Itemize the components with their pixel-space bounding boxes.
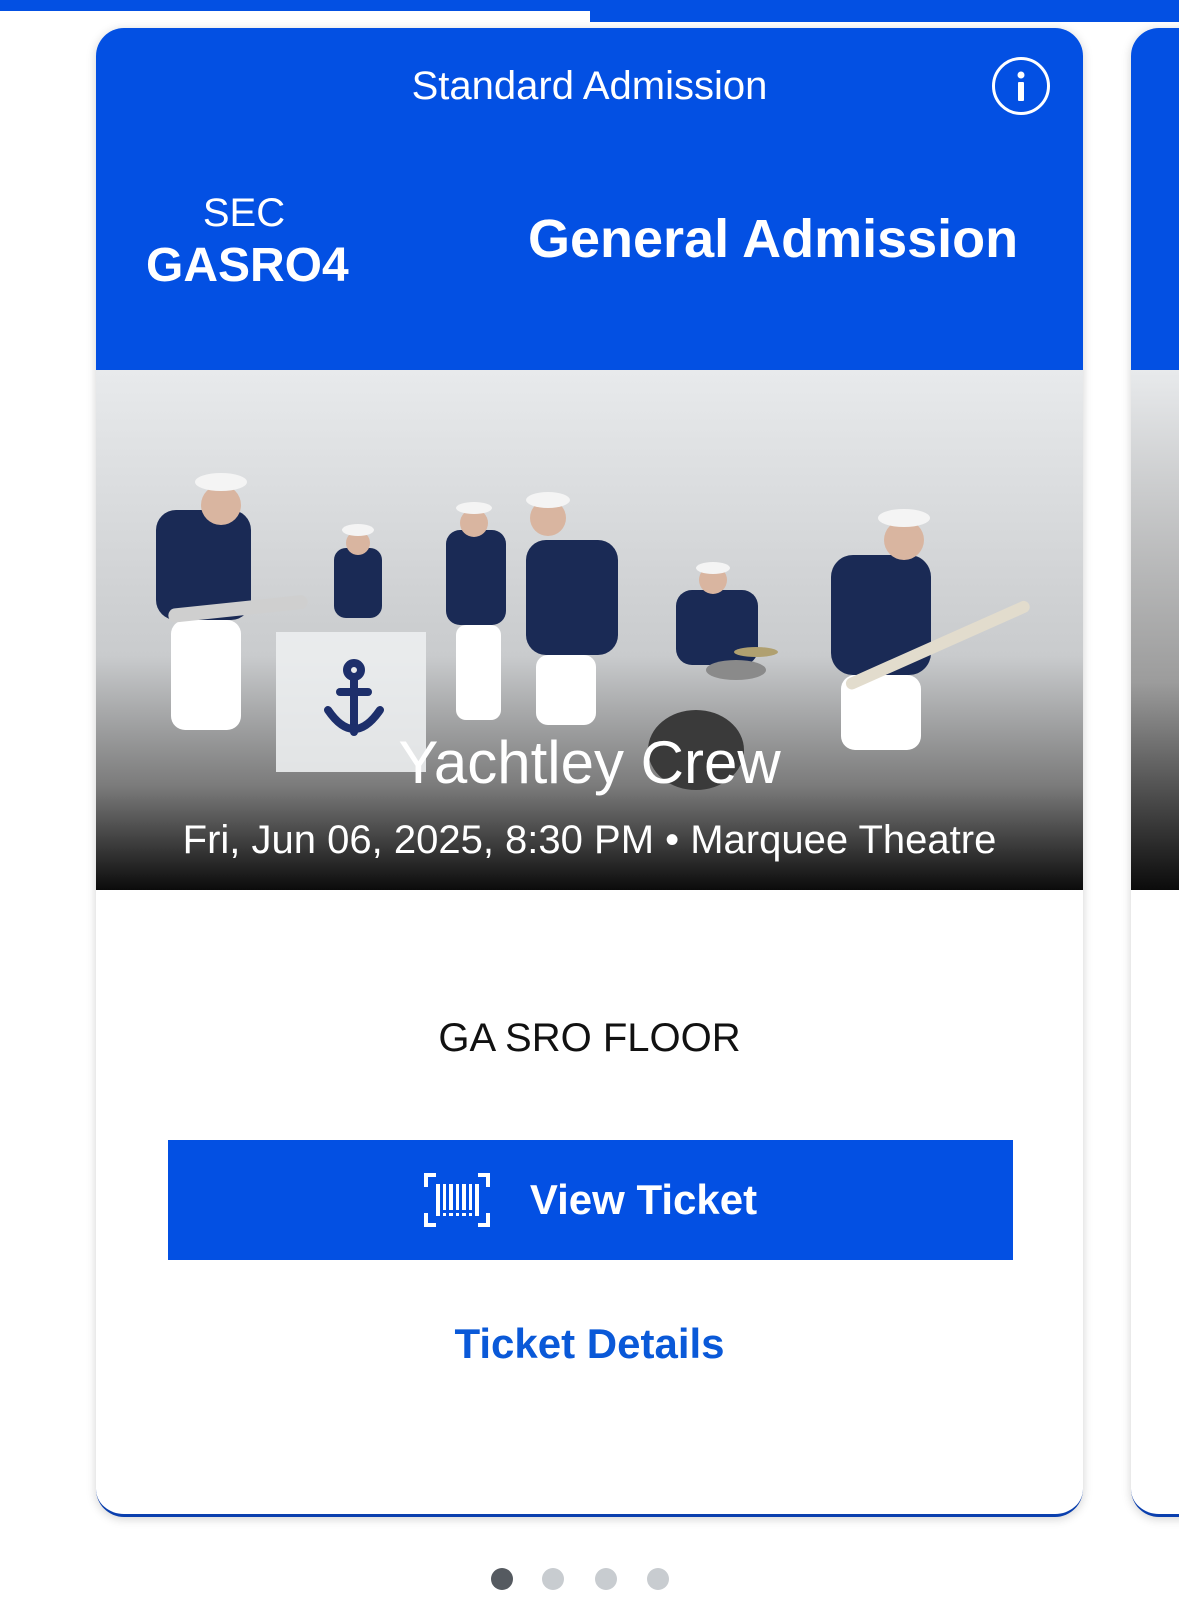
next-ticket-card-header <box>1131 28 1179 370</box>
section-code: GASRO4 <box>146 239 349 292</box>
band-photo-illustration <box>156 473 1030 790</box>
section-block: SEC GASRO4 <box>146 188 349 294</box>
page-progress-bar <box>0 0 1179 22</box>
ticket-card[interactable]: Standard Admission SEC GASRO4 General Ad… <box>96 28 1083 1517</box>
progress-fill-segment <box>0 0 590 11</box>
pager-dot[interactable] <box>595 1568 617 1590</box>
barcode-scan-icon <box>423 1173 490 1227</box>
ticket-area-label: GA SRO FLOOR <box>438 1016 741 1060</box>
info-icon <box>1017 71 1025 101</box>
section-label: SEC <box>202 191 286 235</box>
info-button[interactable] <box>992 57 1050 115</box>
event-title: Yachtley Crew <box>398 729 781 796</box>
ticket-card-header: Standard Admission SEC GASRO4 General Ad… <box>96 28 1083 370</box>
next-ticket-card-image <box>1131 370 1179 890</box>
event-date-venue: Fri, Jun 06, 2025, 8:30 PM • Marquee The… <box>182 818 997 862</box>
admission-type-label: Standard Admission <box>411 64 768 108</box>
card-pager <box>0 1568 1179 1592</box>
section-name: General Admission <box>528 209 1019 269</box>
next-ticket-card-peek[interactable] <box>1131 28 1179 1517</box>
pager-dot[interactable] <box>542 1568 564 1590</box>
view-ticket-button[interactable]: View Ticket <box>168 1140 1013 1260</box>
event-image: Yachtley Crew Fri, Jun 06, 2025, 8:30 PM… <box>96 370 1083 890</box>
ticket-details-link[interactable]: Ticket Details <box>96 1320 1083 1368</box>
pager-dot[interactable] <box>491 1568 513 1590</box>
pager-dot[interactable] <box>647 1568 669 1590</box>
progress-fill-segment <box>590 0 1179 22</box>
view-ticket-label: View Ticket <box>529 1176 758 1223</box>
